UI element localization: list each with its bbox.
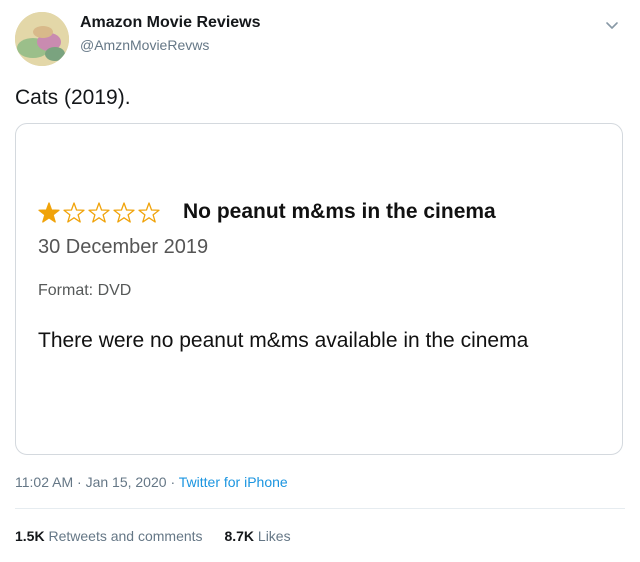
meta-separator: ·	[77, 474, 82, 490]
author-display-name[interactable]: Amazon Movie Reviews	[80, 14, 261, 32]
retweets-count: 1.5K	[15, 528, 45, 544]
divider	[15, 508, 625, 509]
avatar[interactable]	[15, 12, 69, 66]
star-empty-icon	[88, 202, 110, 223]
review-body: There were no peanut m&ms available in t…	[38, 329, 529, 352]
likes-stat[interactable]: 8.7K Likes	[224, 528, 290, 544]
review-format: Format: DVD	[38, 282, 131, 300]
tweet-text: Cats (2019).	[15, 86, 131, 109]
review-title: No peanut m&ms in the cinema	[183, 200, 496, 223]
chevron-down-icon[interactable]	[601, 14, 623, 36]
star-empty-icon	[138, 202, 160, 223]
likes-count: 8.7K	[224, 528, 255, 544]
tweet-time[interactable]: 11:02 AM	[15, 474, 73, 490]
star-rating	[38, 202, 160, 223]
retweets-label: Retweets and comments	[48, 528, 203, 544]
review-date: 30 December 2019	[38, 236, 209, 258]
format-label: Format: DVD	[38, 282, 132, 299]
star-empty-icon	[113, 202, 135, 223]
star-empty-icon	[63, 202, 85, 223]
author-handle[interactable]: @AmznMovieRevws	[80, 37, 209, 53]
review-screenshot-card[interactable]: No peanut m&ms in the cinema 30 December…	[15, 123, 623, 455]
star-filled-icon	[38, 202, 60, 223]
meta-separator: ·	[170, 474, 176, 490]
tweet-meta: 11:02 AM · Jan 15, 2020 · Twitter for iP…	[15, 474, 288, 490]
tweet-source-link[interactable]: Twitter for iPhone	[179, 474, 288, 490]
likes-label: Likes	[257, 528, 291, 544]
retweets-stat[interactable]: 1.5K Retweets and comments	[15, 528, 203, 544]
tweet-date[interactable]: Jan 15, 2020	[86, 474, 167, 490]
avatar-image	[15, 12, 69, 66]
tweet-stats: 1.5K Retweets and comments 8.7K Likes	[15, 528, 291, 544]
